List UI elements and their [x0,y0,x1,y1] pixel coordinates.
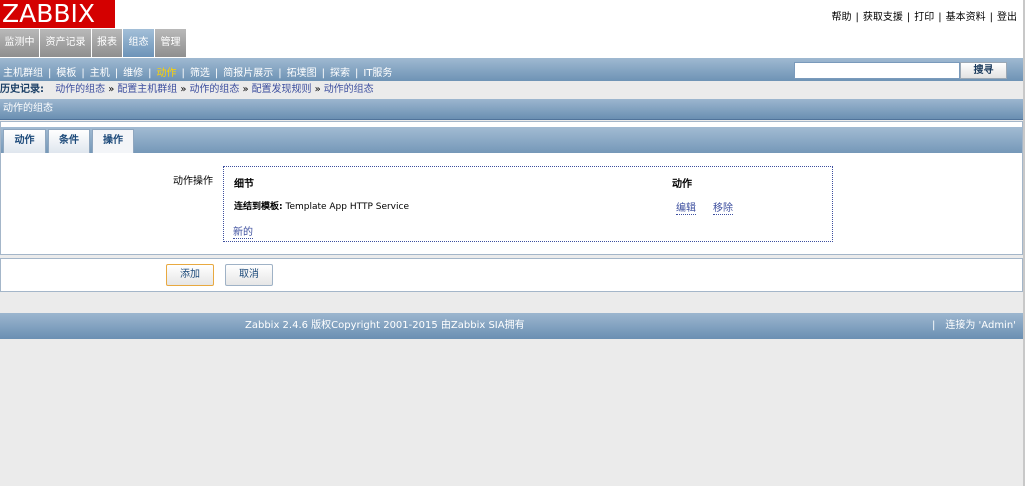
connected-user: | 连接为 'Admin' [932,313,1016,339]
copyright-text: Zabbix 2.4.6 版权Copyright 2001-2015 由Zabb… [245,320,525,331]
edit-operation-link[interactable]: 编辑 [676,199,696,215]
operations-field-label: 动作操作 [173,176,213,187]
submenu-actions[interactable]: 动作 [157,68,177,79]
history-item[interactable]: 配置主机群组 [117,84,177,95]
support-link[interactable]: 获取支援 [863,12,903,23]
history-item[interactable]: 动作的组态 [189,84,239,95]
main-menu: 监测中 资产记录 报表 组态 管理 [0,29,1025,57]
top-links: 帮助 | 获取支援 | 打印 | 基本资料 | 登出 [831,12,1018,23]
submenu-maps[interactable]: 拓墣图 [287,68,317,79]
help-link[interactable]: 帮助 [832,12,852,23]
action-form: 动作 条件 操作 动作操作 细节 动作 连结到模板: Template App … [0,121,1023,255]
tab-operations[interactable]: 操作 [92,129,134,153]
tab-conditions[interactable]: 条件 [48,129,90,153]
logout-link[interactable]: 登出 [997,12,1017,23]
menu-monitoring[interactable]: 监测中 [0,29,39,57]
submenu-templates[interactable]: 模板 [56,68,76,79]
profile-link[interactable]: 基本资料 [946,12,986,23]
cancel-button[interactable]: 取消 [225,264,273,286]
submenu-discovery[interactable]: 探索 [330,68,350,79]
search-input[interactable] [794,62,960,79]
new-operation-link[interactable]: 新的 [233,223,253,239]
submenu-screens[interactable]: 简报片展示 [223,68,273,79]
submenu-filters[interactable]: 筛选 [190,68,210,79]
top-bar: ZABBIX 帮助 | 获取支援 | 打印 | 基本资料 | 登出 [0,0,1025,29]
menu-configuration[interactable]: 组态 [123,29,154,57]
submenu-maintenance[interactable]: 维修 [123,68,143,79]
sub-menu: 主机群组 | 模板 | 主机 | 维修 | 动作 | 筛选 | 简报片展示 | 拓墣图 | 探索 | IT服务 搜寻 [0,57,1025,81]
menu-reports[interactable]: 报表 [92,29,122,57]
page-footer: Zabbix 2.4.6 版权Copyright 2001-2015 由Zabb… [0,313,1023,339]
form-buttons-bar: 添加 取消 [0,258,1023,292]
column-header-detail: 细节 [234,179,254,190]
footer-separator: | [932,320,936,331]
operation-template: Template App HTTP Service [282,202,409,212]
tab-strip: 动作 条件 操作 [1,127,1022,153]
history-label: 历史记录: [0,84,44,95]
submenu-it-services[interactable]: IT服务 [363,68,392,79]
operations-table: 细节 动作 连结到模板: Template App HTTP Service 编… [223,166,833,242]
operation-detail: 连结到模板: Template App HTTP Service [234,199,409,212]
page-title: 动作的组态 [0,99,1023,120]
print-link[interactable]: 打印 [914,12,934,23]
history-breadcrumb: 历史记录: 动作的组态» 配置主机群组» 动作的组态» 配置发现规则» 动作的组态 [0,84,374,95]
tab-action[interactable]: 动作 [3,129,46,153]
operation-type: 连结到模板: [234,202,283,212]
menu-inventory[interactable]: 资产记录 [40,29,91,57]
submenu-host-groups[interactable]: 主机群组 [3,68,43,79]
connected-as-text: 连接为 'Admin' [945,320,1016,331]
remove-operation-link[interactable]: 移除 [713,199,733,215]
history-item[interactable]: 动作的组态 [55,84,105,95]
column-header-action: 动作 [672,179,692,190]
history-item[interactable]: 配置发现规则 [252,84,312,95]
add-button[interactable]: 添加 [166,264,214,286]
history-item[interactable]: 动作的组态 [324,84,374,95]
zabbix-logo[interactable]: ZABBIX [0,0,115,28]
menu-administration[interactable]: 管理 [155,29,186,57]
submenu-hosts[interactable]: 主机 [90,68,110,79]
search-button[interactable]: 搜寻 [960,62,1007,79]
